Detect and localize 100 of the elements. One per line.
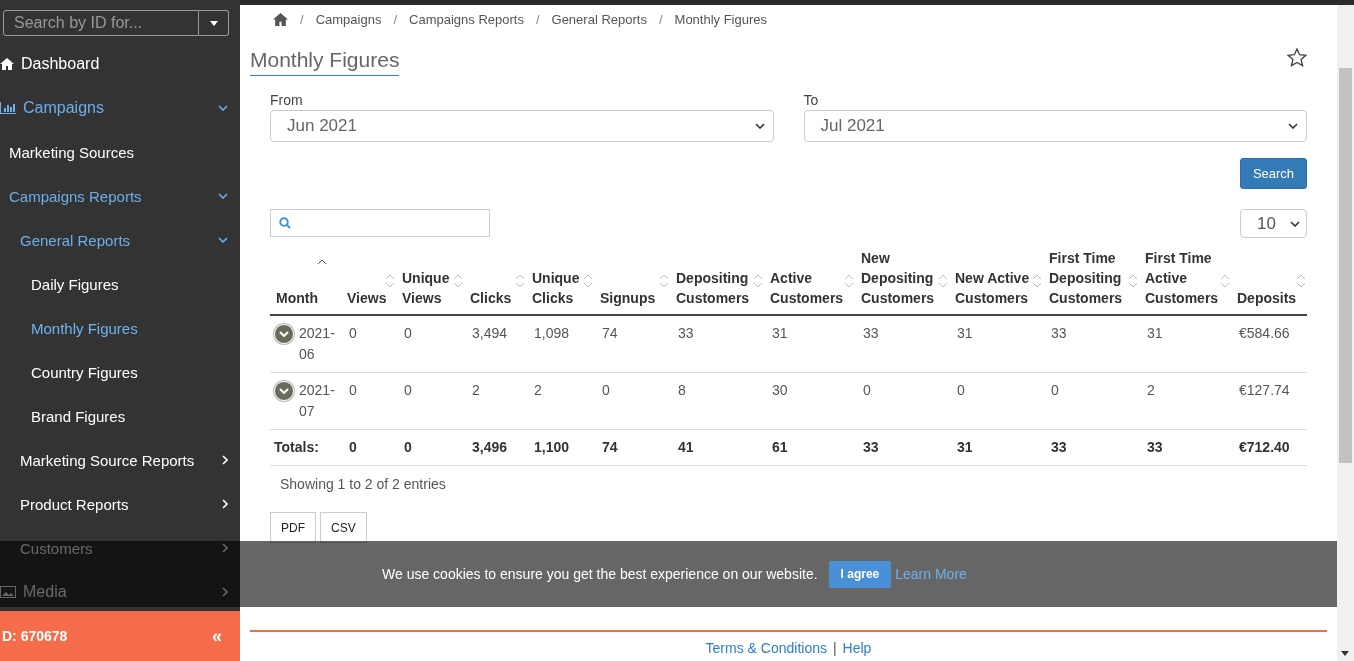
table-cell: 0 [404, 382, 412, 398]
sidebar-item[interactable]: Monthly Figures [31, 319, 138, 337]
chevron-down-icon [1290, 220, 1300, 227]
chevron-down-icon [279, 388, 289, 394]
caret-icon [209, 20, 218, 26]
chevron-down-icon [279, 331, 289, 337]
expand-row-button[interactable] [274, 381, 294, 401]
chevron-down-icon [1288, 123, 1298, 129]
table-cell: 3,494 [472, 325, 508, 341]
table-cell: 2 [472, 382, 480, 398]
image-icon [0, 586, 16, 598]
column-header[interactable]: Depositing Customers [676, 268, 753, 308]
totals-cell: 33 [863, 439, 879, 455]
sidebar-item[interactable]: General Reports [20, 231, 131, 249]
month-select[interactable]: Jun 2021 [270, 110, 774, 142]
column-header[interactable]: New Depositing Customers [861, 248, 938, 308]
sidebar-item[interactable]: Brand Figures [31, 407, 126, 425]
field-label: From [270, 92, 304, 108]
column-header[interactable]: First Time Depositing Customers [1049, 248, 1128, 308]
breadcrumb-link[interactable]: Campaigns Reports [409, 11, 524, 27]
sidebar-item[interactable]: Daily Figures [31, 275, 119, 293]
dropdown-button[interactable] [199, 10, 229, 36]
breadcrumb-separator: / [393, 11, 397, 27]
column-header[interactable]: Active Customers [770, 268, 844, 308]
table-cell: 0 [349, 325, 357, 341]
home-icon[interactable] [273, 12, 288, 26]
column-header[interactable]: Month [276, 288, 330, 308]
column-header[interactable]: Signups [600, 288, 659, 308]
scrollbar-thumb[interactable] [1339, 68, 1352, 463]
month-select[interactable]: Jul 2021 [803, 110, 1307, 142]
sidebar-item[interactable]: Product Reports [20, 495, 129, 513]
chevron-right-icon [222, 499, 228, 509]
totals-cell: 61 [772, 439, 788, 455]
column-header[interactable]: Unique Views [402, 268, 453, 308]
column-header[interactable]: Deposits [1237, 288, 1296, 308]
search-field[interactable]: Search by ID for... [3, 10, 199, 36]
table-cell: 8 [678, 382, 686, 398]
table-cell: 2 [1147, 382, 1155, 398]
chevron-down-icon [218, 193, 228, 199]
chevron-right-icon [222, 455, 228, 465]
table-cell-text: 2021-06 [299, 324, 336, 364]
totals-cell: 41 [678, 439, 694, 455]
column-header[interactable]: First Time Active Customers [1145, 248, 1220, 308]
expand-row-button[interactable] [274, 324, 294, 344]
table-cell: 0 [349, 382, 357, 398]
breadcrumb-separator: / [535, 11, 540, 27]
sidebar-item[interactable]: Marketing Source Reports [20, 451, 195, 469]
table-cell: 0 [1051, 382, 1059, 398]
sidebar-item[interactable]: Marketing Sources [9, 143, 135, 161]
home-icon [0, 58, 14, 70]
breadcrumb-separator: / [658, 11, 663, 27]
breadcrumb-link[interactable]: Campaigns [315, 11, 382, 27]
page-length-select[interactable]: 10 [1240, 209, 1307, 238]
field-label: To [803, 92, 820, 108]
table-cell: 0 [602, 382, 610, 398]
table-cell: €584.66 [1239, 325, 1290, 341]
export-button[interactable]: CSV [320, 512, 367, 543]
chevron-down-icon [218, 237, 228, 243]
sidebar-item[interactable]: Campaigns Reports [9, 187, 142, 205]
table-cell: 0 [863, 382, 871, 398]
sidebar-item[interactable]: Dashboard [21, 55, 100, 73]
breadcrumb-link[interactable]: General Reports [551, 11, 647, 27]
chevron-right-icon [222, 543, 228, 553]
star-icon[interactable] [1287, 48, 1307, 67]
table-cell: 33 [1051, 325, 1067, 341]
table-cell: 33 [678, 325, 694, 341]
table-cell: 31 [957, 325, 973, 341]
column-header[interactable]: New Active Customers [955, 268, 1032, 308]
chevron-down-icon [754, 123, 765, 129]
scroll-down-icon[interactable] [1341, 651, 1349, 656]
page-title: Monthly Figures [250, 48, 400, 76]
table-cell: 0 [404, 325, 412, 341]
totals-cell: 31 [957, 439, 973, 455]
table-cell: 1,098 [534, 325, 570, 341]
search-button[interactable]: Search [1240, 158, 1307, 189]
totals-cell: 33 [1051, 439, 1067, 455]
footer-link[interactable]: Help [842, 640, 872, 656]
sidebar-item[interactable]: Country Figures [31, 363, 138, 381]
account-id: D: 670678 [2, 628, 68, 644]
table-cell: 74 [602, 325, 618, 341]
totals-cell: 0 [404, 439, 412, 455]
totals-cell: 1,100 [534, 439, 570, 455]
sidebar-item[interactable]: Campaigns [23, 99, 104, 117]
chevron-down-icon [218, 105, 228, 111]
chevron-right-icon [222, 587, 228, 597]
footer-link[interactable]: Terms & Conditions [705, 640, 827, 656]
column-header[interactable]: Clicks [470, 288, 515, 308]
column-header[interactable]: Unique Clicks [532, 268, 583, 308]
table-search-field[interactable] [270, 209, 490, 237]
footer-separator: | [832, 640, 837, 656]
table-cell: 0 [957, 382, 965, 398]
table-cell-text: 2021-07 [299, 381, 336, 421]
cookie-message: We use cookies to ensure you get the best experience on our website. [382, 566, 818, 582]
column-header[interactable]: Views [347, 288, 385, 308]
breadcrumb-link[interactable]: Monthly Figures [674, 11, 768, 27]
export-button[interactable]: PDF [270, 512, 316, 543]
table-cell: €127.74 [1239, 382, 1290, 398]
totals-cell: Totals: [274, 439, 319, 455]
totals-cell: 3,496 [472, 439, 508, 455]
totals-cell: 74 [602, 439, 618, 455]
